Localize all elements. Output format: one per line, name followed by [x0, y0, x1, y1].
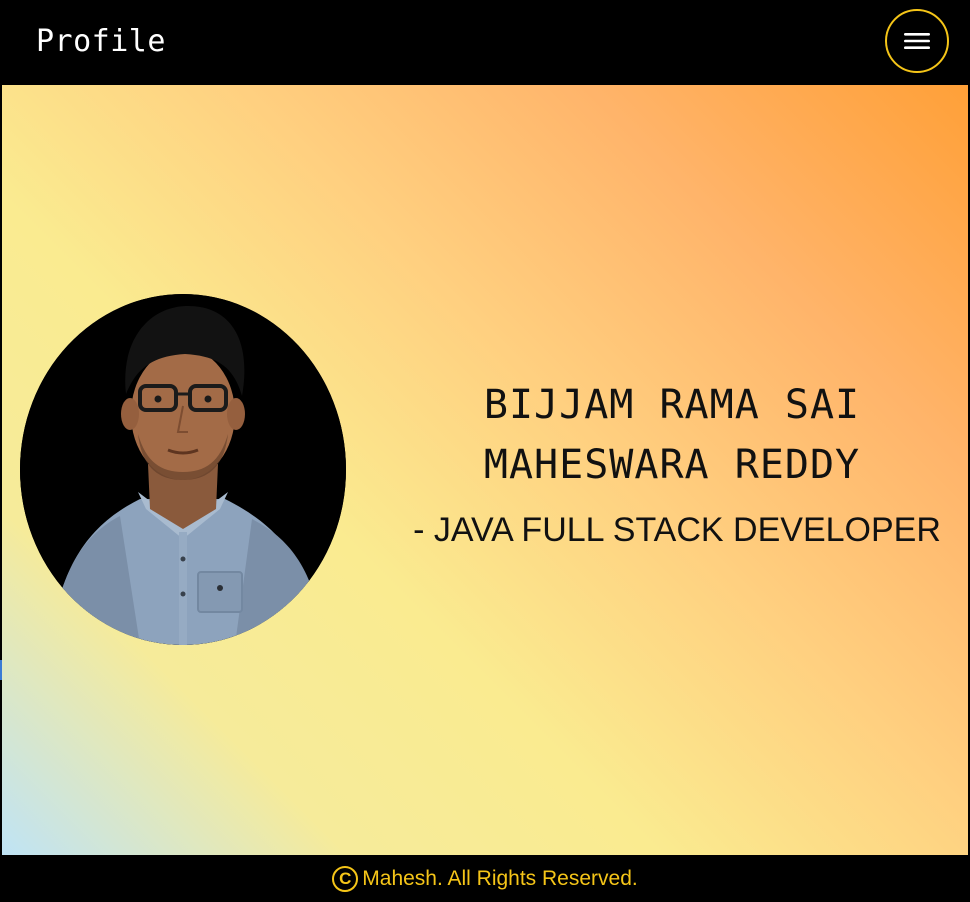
profile-role: - JAVA FULL STACK DEVELOPER: [413, 511, 941, 549]
hamburger-menu-icon: [904, 33, 930, 49]
brand-title[interactable]: Profile: [36, 22, 166, 62]
menu-button[interactable]: [885, 9, 949, 73]
copyright-icon: C: [332, 865, 359, 892]
profile-name-line2: MAHESWARA REDDY: [483, 442, 861, 488]
hero-section: BIJJAM RAMA SAI MAHESWARA REDDY - JAVA F…: [2, 85, 968, 855]
profile-name: BIJJAM RAMA SAI MAHESWARA REDDY: [402, 375, 942, 495]
site-header: Profile: [0, 0, 970, 85]
profile-name-line1: BIJJAM RAMA SAI: [483, 382, 861, 428]
scroll-marker: [0, 660, 2, 680]
profile-photo: [20, 294, 346, 645]
site-footer: C Mahesh. All Rights Reserved.: [0, 855, 970, 902]
footer-text: Mahesh. All Rights Reserved.: [362, 866, 638, 890]
